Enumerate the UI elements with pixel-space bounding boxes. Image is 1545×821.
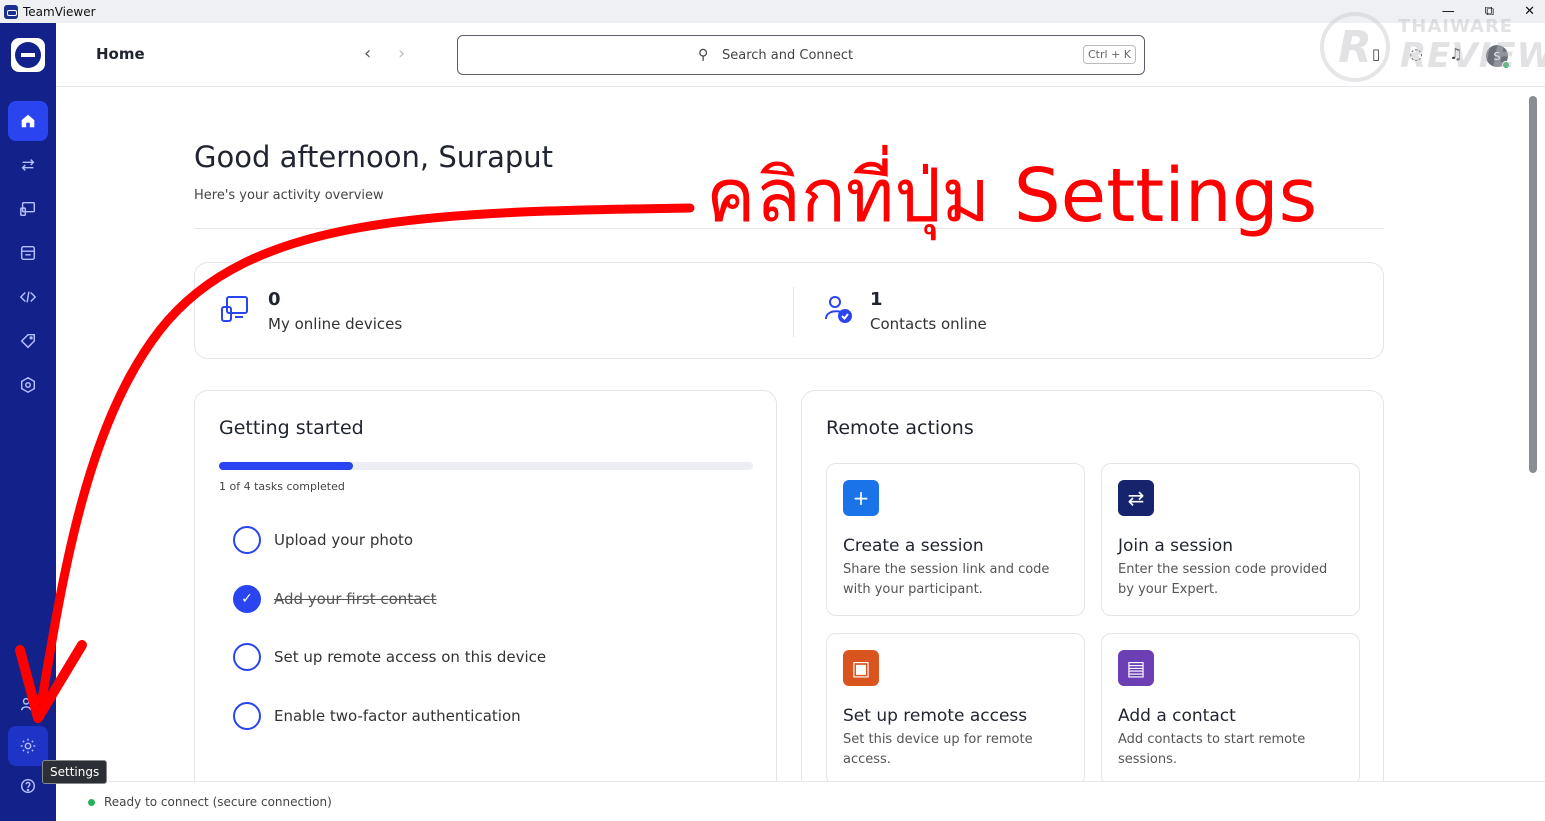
getting-started-card: Getting started 1 of 4 tasks completed U… — [194, 390, 777, 810]
watermark-badge: R — [1320, 12, 1390, 82]
page-subtitle: Here's your activity overview — [194, 188, 384, 203]
plus-icon: + — [843, 480, 879, 516]
sidebar-item-code[interactable] — [8, 277, 48, 317]
stats-separator — [793, 287, 794, 337]
teamviewer-app-icon — [4, 4, 18, 19]
page-title: Good afternoon, Suraput — [194, 140, 554, 174]
sessions-icon — [20, 245, 36, 261]
task-item[interactable]: Enable two-factor authentication — [233, 702, 521, 730]
contact-book-icon: ▤ — [1118, 650, 1154, 686]
sidebar-item-home[interactable] — [8, 101, 48, 141]
action-title: Join a session — [1118, 536, 1234, 556]
sidebar-item-security[interactable] — [8, 365, 48, 405]
window-title: TeamViewer — [23, 4, 96, 19]
status-text: Ready to connect (secure connection) — [104, 795, 332, 809]
task-item[interactable]: Set up remote access on this device — [233, 643, 546, 671]
forward-arrow-icon[interactable]: › — [398, 43, 405, 64]
watermark: R THAIWARE REVIEW — [1320, 10, 1545, 90]
search-input[interactable] — [722, 44, 1022, 66]
join-session-card[interactable]: ⇄ Join a session Enter the session code … — [1101, 463, 1360, 616]
help-icon — [20, 778, 36, 794]
monitor-access-icon: ▣ — [843, 650, 879, 686]
connection-status-dot — [88, 799, 95, 806]
sidebar-item-tags[interactable] — [8, 321, 48, 361]
task-label: Set up remote access on this device — [274, 648, 547, 666]
teamviewer-logo[interactable] — [11, 38, 45, 72]
task-circle-icon — [233, 643, 261, 671]
remote-actions-title: Remote actions — [826, 417, 974, 439]
search-shortcut-badge: Ctrl + K — [1083, 45, 1136, 64]
task-label: Add your first contact — [274, 590, 437, 608]
action-desc: Enter the session code provided by your … — [1118, 562, 1328, 597]
annotation-text: คลิกที่ปุ่ม Settings — [706, 153, 1318, 239]
search-icon: ⚲ — [698, 47, 709, 63]
code-icon — [19, 291, 37, 303]
add-contact-card[interactable]: ▤ Add a contact Add contacts to start re… — [1101, 633, 1360, 786]
tasks-progress-bar — [219, 462, 753, 470]
swap-arrows-icon: ⇄ — [1118, 480, 1154, 516]
sidebar — [0, 23, 56, 821]
task-item[interactable]: ✓ Add your first contact — [233, 585, 437, 613]
gear-icon — [20, 738, 36, 754]
create-session-card[interactable]: + Create a session Share the session lin… — [826, 463, 1085, 616]
status-bar: Ready to connect (secure connection) — [56, 781, 1545, 821]
contacts-online-label: Contacts online — [870, 315, 987, 333]
people-icon — [20, 697, 35, 711]
task-circle-icon — [233, 526, 261, 554]
action-title: Create a session — [843, 536, 984, 556]
task-item[interactable]: Upload your photo — [233, 526, 413, 554]
action-desc: Add contacts to start remote sessions. — [1118, 732, 1306, 767]
back-arrow-icon[interactable]: ‹ — [364, 43, 371, 64]
sidebar-item-contacts[interactable] — [8, 684, 48, 724]
devices-icon — [20, 201, 36, 217]
online-devices-count: 0 — [268, 289, 281, 310]
devices-icon — [221, 296, 248, 322]
settings-tooltip: Settings — [42, 760, 108, 784]
contact-check-icon — [825, 296, 852, 323]
scrollbar[interactable] — [1529, 96, 1537, 473]
tasks-progress-text: 1 of 4 tasks completed — [219, 480, 345, 493]
tasks-progress-fill — [219, 462, 353, 470]
search-bar[interactable]: ⚲ Ctrl + K — [457, 35, 1145, 75]
task-circle-icon — [233, 702, 261, 730]
watermark-line2: REVIEW — [1400, 36, 1545, 76]
hexagon-settings-icon — [20, 376, 36, 394]
setup-remote-access-card[interactable]: ▣ Set up remote access Set this device u… — [826, 633, 1085, 786]
action-title: Set up remote access — [843, 706, 1028, 726]
sidebar-item-devices[interactable] — [8, 189, 48, 229]
sidebar-item-sessions[interactable] — [8, 233, 48, 273]
watermark-line1: THAIWARE — [1398, 16, 1514, 37]
tag-icon — [20, 333, 36, 349]
online-devices-label: My online devices — [268, 315, 403, 333]
breadcrumb: Home — [96, 45, 145, 63]
stats-card: 0 My online devices 1 Contacts online — [194, 262, 1384, 359]
action-title: Add a contact — [1118, 706, 1236, 726]
title-bar: TeamViewer — ⧉ ✕ — [0, 0, 1545, 23]
connect-arrows-icon — [21, 159, 35, 171]
sidebar-item-connect[interactable] — [8, 145, 48, 185]
task-label: Enable two-factor authentication — [274, 707, 521, 725]
action-desc: Share the session link and code with you… — [843, 562, 1050, 597]
action-desc: Set this device up for remote access. — [843, 732, 1033, 767]
task-label: Upload your photo — [274, 531, 414, 549]
contacts-online-count: 1 — [870, 289, 883, 310]
checkmark-icon: ✓ — [233, 585, 261, 613]
home-icon — [21, 114, 35, 128]
getting-started-title: Getting started — [219, 417, 364, 439]
remote-actions-card: Remote actions + Create a session Share … — [801, 390, 1384, 810]
